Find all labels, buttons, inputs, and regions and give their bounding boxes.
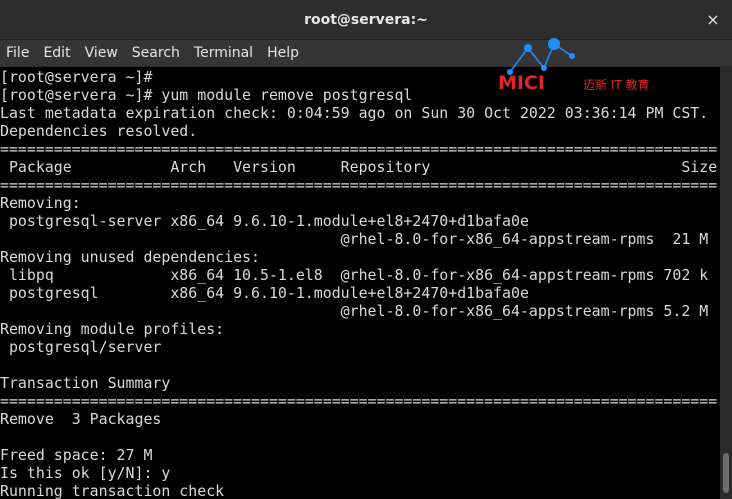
- terminal-line: Last metadata expiration check: 0:04:59 …: [0, 104, 709, 122]
- terminal-line: postgresql-server x86_64 9.6.10-1.module…: [0, 212, 529, 230]
- menu-search[interactable]: Search: [125, 40, 187, 66]
- mici-watermark-logo: MICI 迈斯 IT 教育: [498, 36, 668, 94]
- terminal-line: Is this ok [y/N]: y: [0, 464, 171, 482]
- close-icon[interactable]: ×: [702, 9, 724, 31]
- title-bar: root@servera:~ ×: [0, 0, 732, 40]
- terminal-line: postgresql/server: [0, 338, 162, 356]
- menu-file[interactable]: File: [0, 40, 36, 66]
- terminal-line: [root@servera ~]# yum module remove post…: [0, 86, 413, 104]
- terminal-line: Removing:: [0, 194, 81, 212]
- terminal-line: libpq x86_64 10.5-1.el8 @rhel-8.0-for-x8…: [0, 266, 709, 284]
- terminal-line: Removing module profiles:: [0, 320, 225, 338]
- terminal-line: Running transaction check: [0, 482, 225, 499]
- terminal-line: Dependencies resolved.: [0, 122, 198, 140]
- terminal-line: ========================================…: [0, 176, 718, 194]
- network-nodes-icon: [507, 38, 575, 75]
- menu-edit[interactable]: Edit: [36, 40, 77, 66]
- terminal-line: postgresql x86_64 9.6.10-1.module+el8+24…: [0, 284, 529, 302]
- scrollbar-thumb[interactable]: [723, 453, 729, 493]
- terminal-line: Remove 3 Packages: [0, 410, 162, 428]
- window-title: root@servera:~: [304, 12, 428, 28]
- menu-terminal[interactable]: Terminal: [187, 40, 260, 66]
- terminal-line: @rhel-8.0-for-x86_64-appstream-rpms 21 M: [0, 230, 709, 248]
- menu-view[interactable]: View: [78, 40, 125, 66]
- terminal-line: [root@servera ~]#: [0, 68, 153, 86]
- terminal-line: @rhel-8.0-for-x86_64-appstream-rpms 5.2 …: [0, 302, 709, 320]
- terminal-line: Freed space: 27 M: [0, 446, 153, 464]
- terminal-line: Package Arch Version Repository Size: [0, 158, 718, 176]
- watermark-brand: MICI: [498, 72, 545, 94]
- watermark-sub: 迈斯 IT 教育: [583, 78, 650, 92]
- terminal-line: ========================================…: [0, 392, 718, 410]
- terminal-output[interactable]: [root@servera ~]# [root@servera ~]# yum …: [0, 67, 720, 499]
- menu-help[interactable]: Help: [260, 40, 306, 66]
- terminal-line: Removing unused dependencies:: [0, 248, 260, 266]
- terminal-line: Transaction Summary: [0, 374, 171, 392]
- terminal-line: ========================================…: [0, 140, 718, 158]
- scrollbar[interactable]: [720, 67, 732, 499]
